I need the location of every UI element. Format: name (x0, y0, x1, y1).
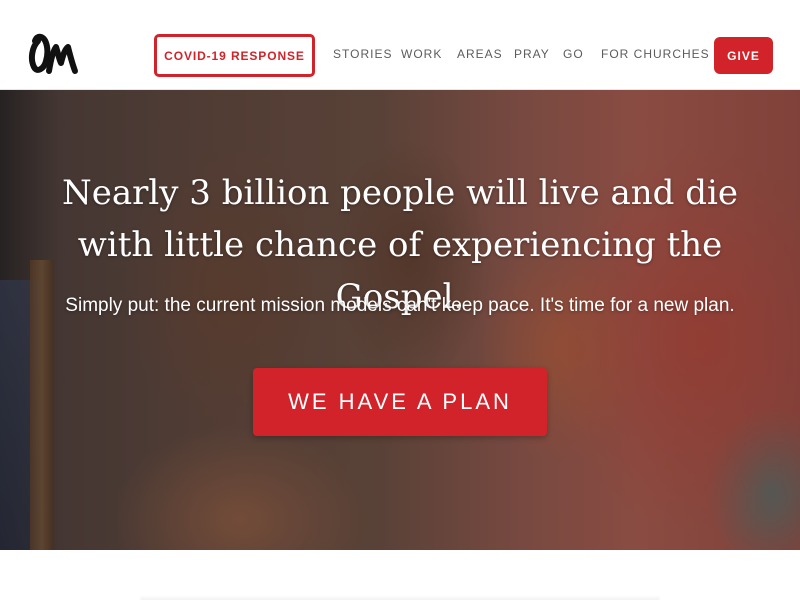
hero-banner: Nearly 3 billion people will live and di… (0, 90, 800, 550)
om-logo[interactable]: OM (28, 29, 82, 75)
nav-for-churches[interactable]: FOR CHURCHES (601, 47, 710, 61)
nav-work[interactable]: WORK (401, 47, 442, 61)
nav-areas[interactable]: AREAS (457, 47, 503, 61)
page: OM COVID-19 RESPONSE STORIES WORK AREAS … (0, 0, 800, 600)
content-section (0, 550, 800, 600)
nav-stories[interactable]: STORIES (333, 47, 392, 61)
give-button[interactable]: GIVE (714, 37, 773, 74)
nav-go[interactable]: GO (563, 47, 584, 61)
nav-pray[interactable]: PRAY (514, 47, 550, 61)
card-edge (140, 595, 660, 600)
covid-response-button[interactable]: COVID-19 RESPONSE (154, 34, 315, 77)
hero-subheadline: Simply put: the current mission models c… (65, 295, 735, 316)
site-header: OM COVID-19 RESPONSE STORIES WORK AREAS … (0, 0, 800, 90)
we-have-a-plan-button[interactable]: WE HAVE A PLAN (253, 368, 547, 436)
